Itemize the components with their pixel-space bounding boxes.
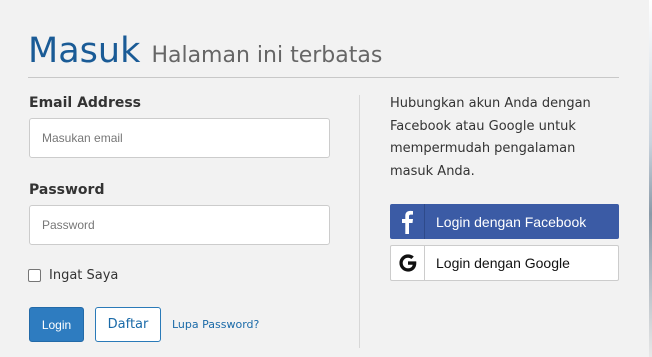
register-button[interactable]: Daftar: [95, 307, 161, 342]
remember-label: Ingat Saya: [49, 268, 119, 283]
remember-checkbox[interactable]: [28, 269, 41, 282]
facebook-icon: [390, 204, 425, 239]
page-subtitle: Halaman ini terbatas: [151, 43, 383, 68]
google-login-button[interactable]: Login dengan Google: [390, 245, 619, 281]
email-input[interactable]: [29, 118, 330, 158]
social-login-description: Hubungkan akun Anda dengan Facebook atau…: [390, 96, 591, 179]
facebook-login-label: Login dengan Facebook: [436, 213, 587, 230]
column-divider: [359, 95, 360, 348]
forgot-password-link[interactable]: Lupa Password?: [172, 318, 259, 331]
password-input[interactable]: [29, 205, 330, 245]
login-button[interactable]: Login: [29, 307, 84, 342]
google-icon: [391, 246, 425, 280]
page-title: Masuk: [28, 31, 141, 71]
remember-me[interactable]: Ingat Saya: [28, 268, 118, 283]
page-header: Masuk Halaman ini terbatas: [28, 30, 619, 78]
facebook-login-button[interactable]: Login dengan Facebook: [390, 204, 619, 239]
email-label: Email Address: [29, 95, 142, 111]
password-label: Password: [29, 182, 105, 198]
google-login-label: Login dengan Google: [436, 255, 570, 271]
